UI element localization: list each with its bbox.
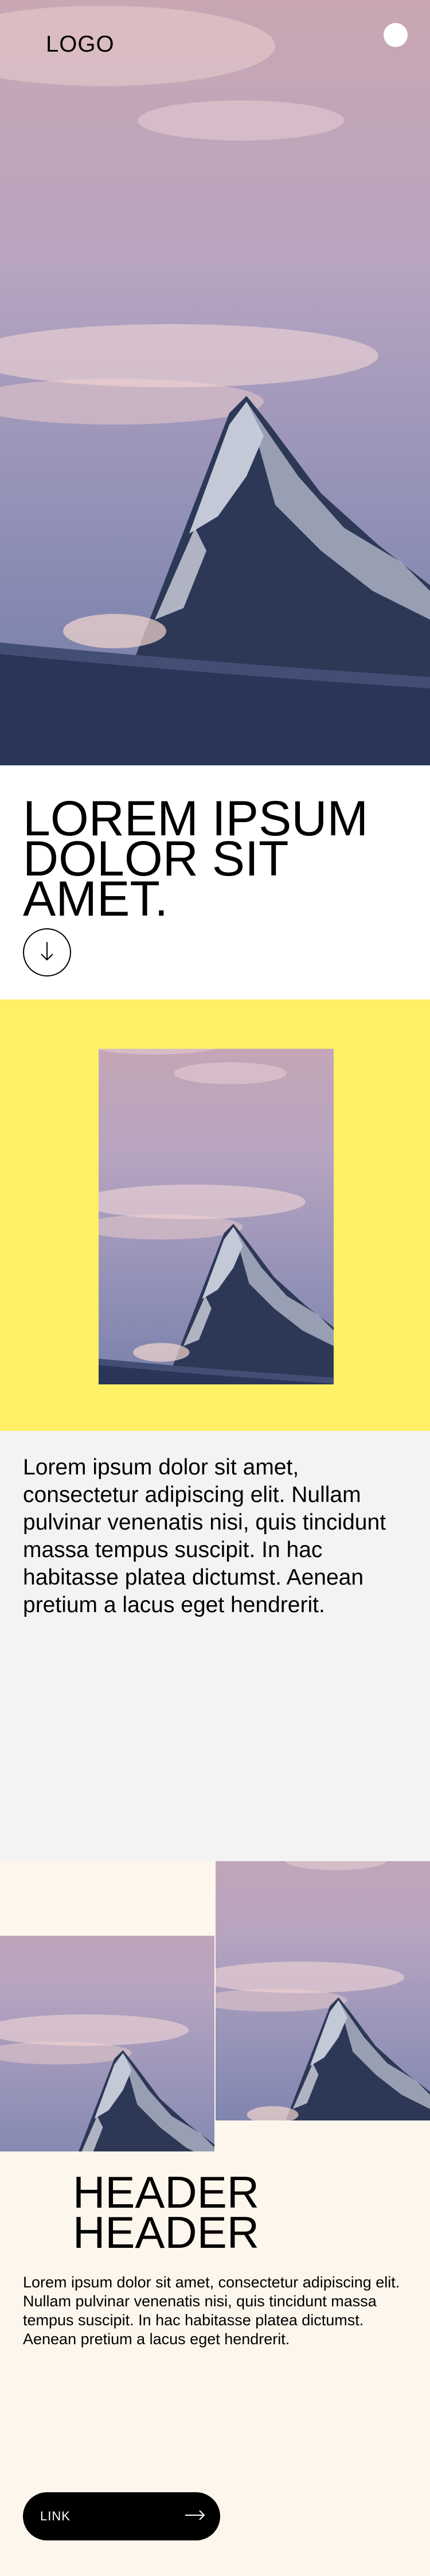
menu-dot-icon[interactable] xyxy=(384,23,408,47)
page-title: LOREM IPSUM DOLOR SIT AMET. xyxy=(23,791,369,927)
logo[interactable]: LOGO xyxy=(46,32,115,57)
gallery-header: HEADER HEADER xyxy=(73,2167,260,2258)
link-button-label: LINK xyxy=(40,2509,71,2523)
gallery-image-left xyxy=(0,1936,214,2151)
scroll-down-button[interactable] xyxy=(23,928,71,976)
body-paragraph: Lorem ipsum dolor sit amet, consectetur … xyxy=(23,1455,386,1617)
feature-image xyxy=(99,1049,334,1384)
hero-image xyxy=(0,0,430,765)
arrow-down-icon xyxy=(39,941,55,964)
gallery-image-right xyxy=(216,1861,430,2120)
arrow-right-icon xyxy=(185,2509,205,2524)
hero-section xyxy=(0,0,430,765)
link-button[interactable]: LINK xyxy=(23,2492,220,2540)
gallery-paragraph: Lorem ipsum dolor sit amet, consectetur … xyxy=(23,2274,400,2348)
